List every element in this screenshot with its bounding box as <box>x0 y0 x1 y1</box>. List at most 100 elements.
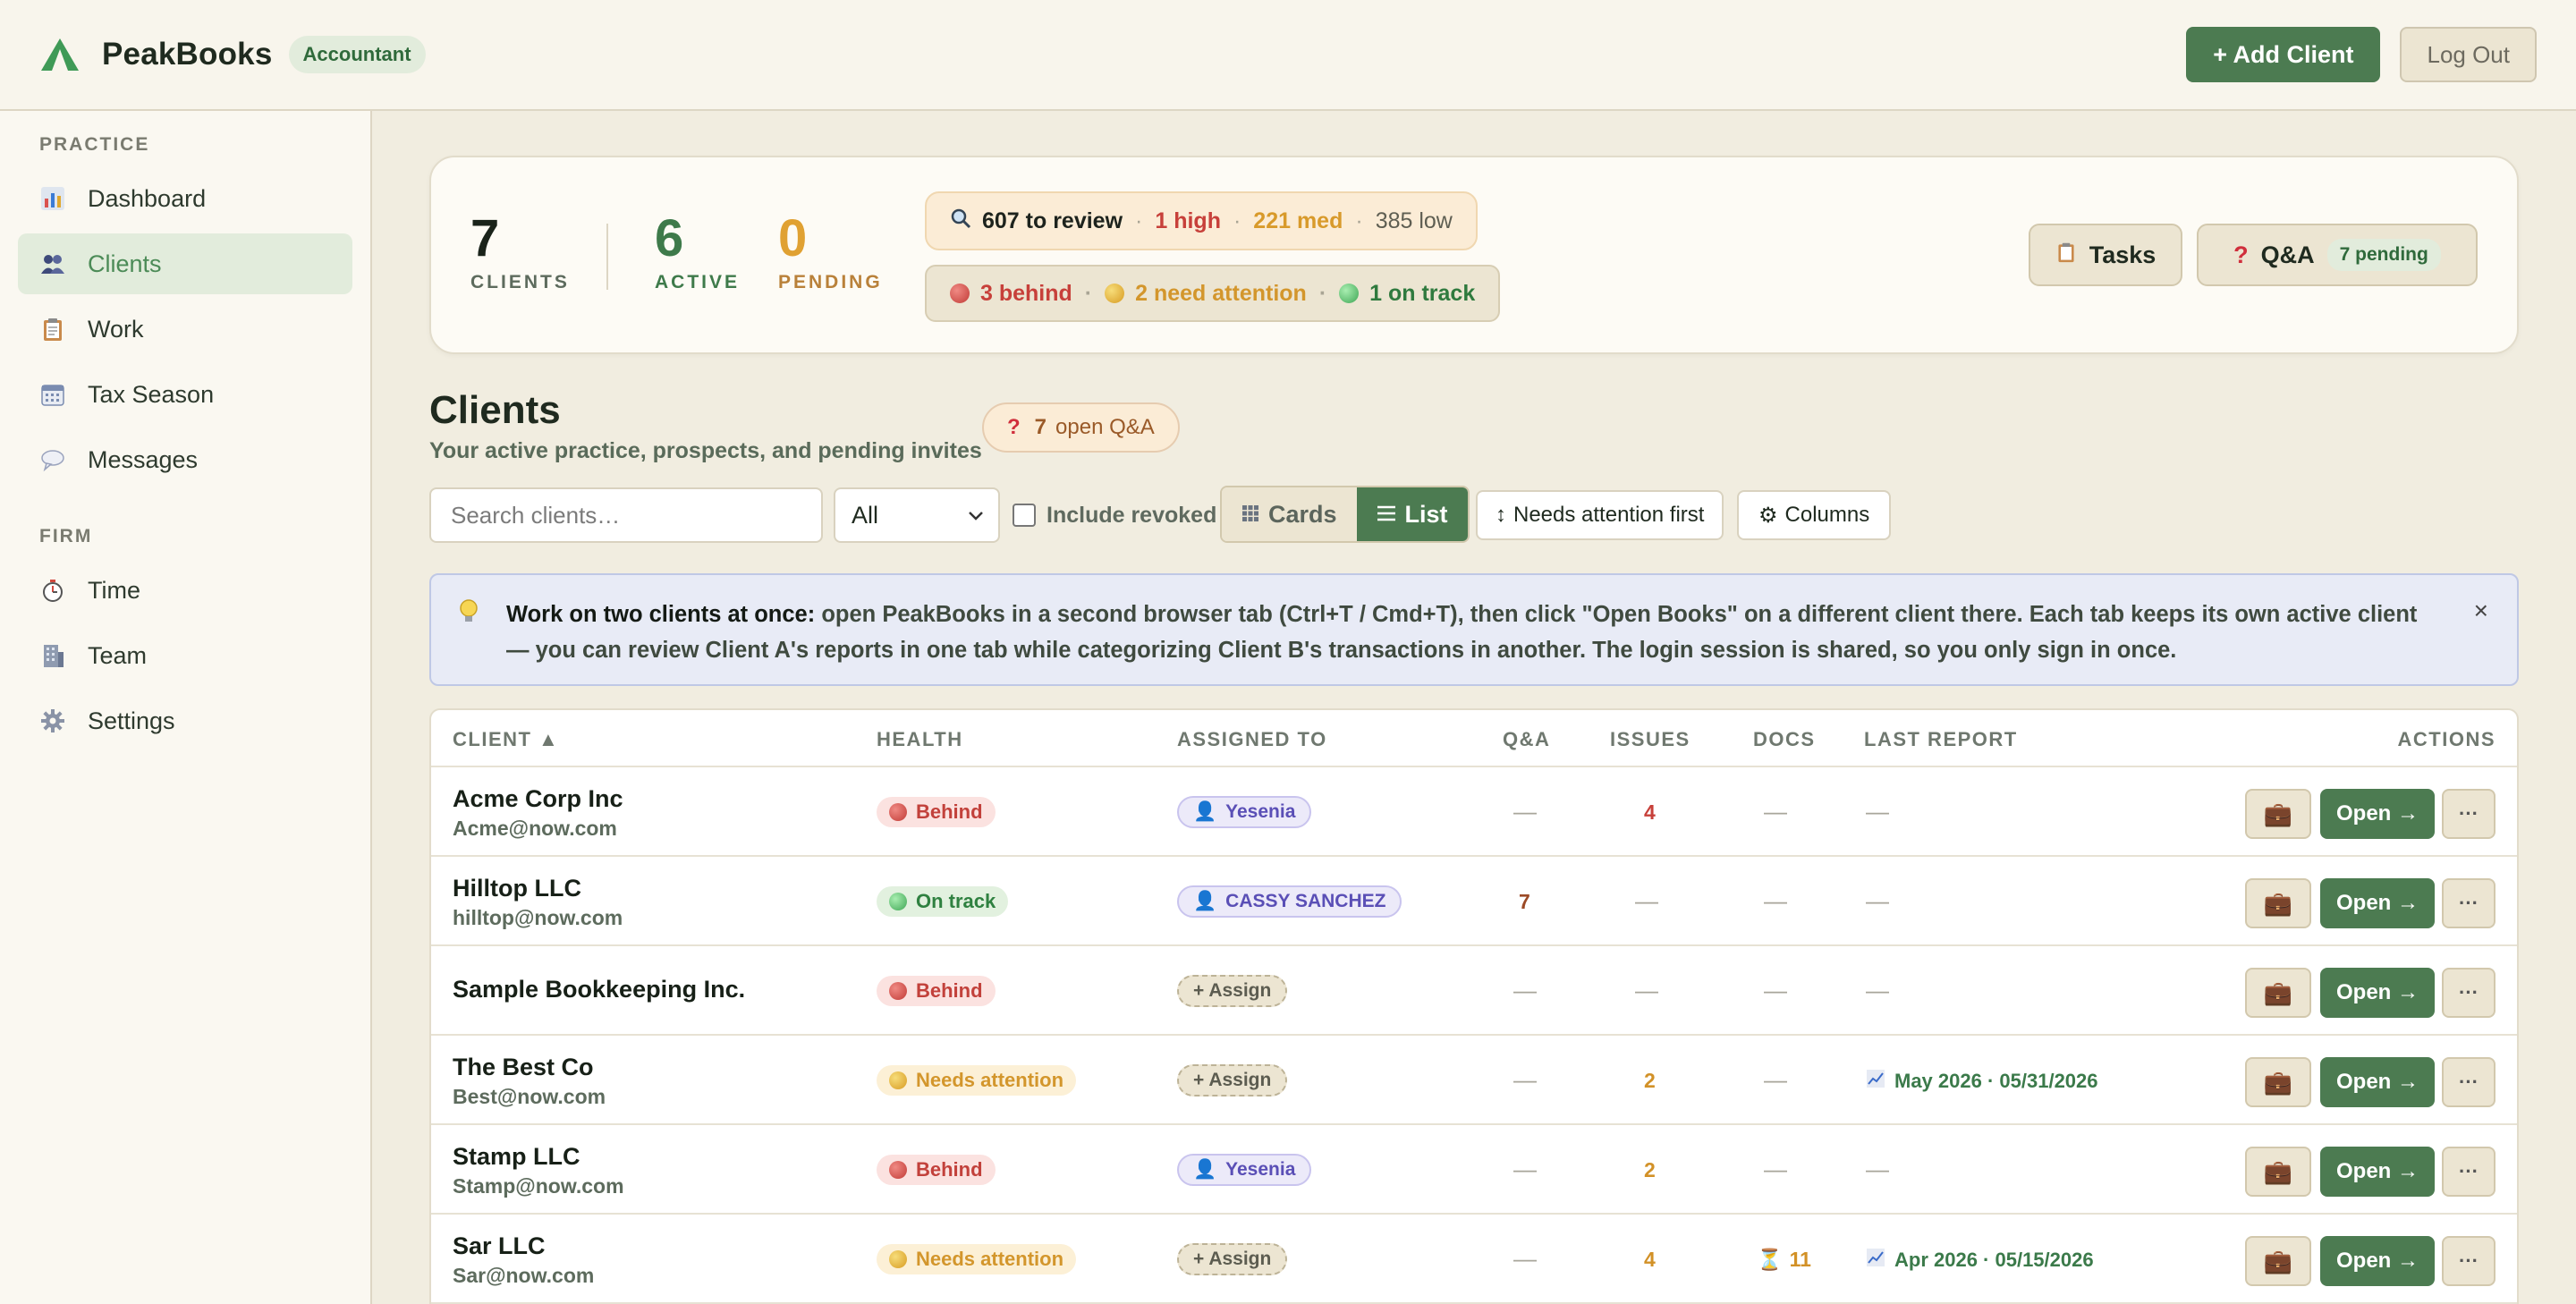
issues-value[interactable]: 2 <box>1644 1158 1656 1182</box>
sidebar-item-clients[interactable]: Clients <box>18 233 352 294</box>
last-report-link[interactable]: May 2026 · 05/31/2026 <box>1866 1069 2098 1094</box>
gear-icon <box>39 707 66 734</box>
open-books-button[interactable]: Open → <box>2320 789 2435 839</box>
question-mark-icon: ? <box>1007 415 1021 439</box>
sidebar-item-team[interactable]: Team <box>18 625 352 686</box>
docs-pending[interactable]: ⏳ 11 <box>1757 1248 1811 1272</box>
issues-value[interactable]: 4 <box>1644 800 1656 825</box>
search-input[interactable] <box>429 487 823 543</box>
briefcase-button[interactable]: 💼 <box>2245 789 2311 839</box>
col-qa[interactable]: Q&A <box>1503 728 1550 751</box>
qa-value: — <box>1513 1066 1537 1093</box>
sidebar-item-dashboard[interactable]: Dashboard <box>18 168 352 229</box>
sidebar-item-time[interactable]: Time <box>18 560 352 621</box>
last-report-value: — <box>1866 798 1889 825</box>
table-row[interactable]: Sample Bookkeeping Inc. Behind + Assign … <box>431 946 2517 1036</box>
more-actions-button[interactable]: ··· <box>2442 1147 2496 1197</box>
include-revoked-label: Include revoked <box>1046 502 1217 528</box>
last-report-link[interactable]: Apr 2026 · 05/15/2026 <box>1866 1248 2094 1273</box>
sidebar-item-settings[interactable]: Settings <box>18 690 352 751</box>
table-row[interactable]: Acme Corp Inc Acme@now.com Behind 👤 Yesen… <box>431 767 2517 857</box>
client-email: Acme@now.com <box>453 817 617 840</box>
cards-label: Cards <box>1268 500 1337 528</box>
health-badge: On track <box>877 886 1009 917</box>
last-report-text: Apr 2026 · 05/15/2026 <box>1894 1249 2094 1271</box>
open-books-button[interactable]: Open → <box>2320 1057 2435 1107</box>
table-row[interactable]: Sar LLC Sar@now.com Needs attention + As… <box>431 1215 2517 1304</box>
open-qa-label: open Q&A <box>1055 415 1155 439</box>
issues-value[interactable]: 4 <box>1644 1248 1656 1272</box>
open-qa-pill[interactable]: ? 7 open Q&A <box>982 402 1180 453</box>
last-report-text: May 2026 · 05/31/2026 <box>1894 1070 2098 1092</box>
columns-button[interactable]: ⚙ Columns <box>1737 490 1892 540</box>
open-books-button[interactable]: Open → <box>2320 1147 2435 1197</box>
sidebar-item-work[interactable]: Work <box>18 299 352 360</box>
qa-button[interactable]: ? Q&A 7 pending <box>2197 224 2478 286</box>
top-bar: PeakBooks Accountant + Add Client Log Ou… <box>0 0 2576 111</box>
issues-value[interactable]: 2 <box>1644 1069 1656 1093</box>
briefcase-button[interactable]: 💼 <box>2245 968 2311 1018</box>
open-books-button[interactable]: Open → <box>2320 878 2435 928</box>
table-row[interactable]: Stamp LLC Stamp@now.com Behind 👤 Yesenia … <box>431 1125 2517 1215</box>
cards-view-button[interactable]: Cards <box>1222 487 1357 541</box>
qa-value[interactable]: 7 <box>1519 890 1530 914</box>
close-icon[interactable]: × <box>2474 593 2488 629</box>
briefcase-button[interactable]: 💼 <box>2245 1057 2311 1107</box>
add-client-button[interactable]: + Add Client <box>2186 27 2381 82</box>
review-summary-pill[interactable]: 607 to review · 1 high · 221 med · 385 l… <box>925 191 1478 250</box>
sidebar-item-label: Work <box>88 315 144 343</box>
assignee-name: CASSY SANCHEZ <box>1225 891 1386 911</box>
briefcase-button[interactable]: 💼 <box>2245 1147 2311 1197</box>
col-assigned[interactable]: ASSIGNED TO <box>1177 728 1327 751</box>
client-name[interactable]: The Best Co <box>453 1054 606 1081</box>
sidebar-item-label: Team <box>88 641 148 669</box>
col-client[interactable]: CLIENT ▲ <box>453 728 559 751</box>
logout-button[interactable]: Log Out <box>2400 27 2537 82</box>
assignee-pill[interactable]: 👤 CASSY SANCHEZ <box>1177 885 1402 918</box>
client-name[interactable]: Hilltop LLC <box>453 875 623 902</box>
assign-button[interactable]: + Assign <box>1177 1243 1288 1275</box>
assignee-name: Yesenia <box>1225 1159 1296 1180</box>
office-building-icon <box>39 642 66 669</box>
more-actions-button[interactable]: ··· <box>2442 1057 2496 1107</box>
table-row[interactable]: Hilltop LLC hilltop@now.com On track 👤 CA… <box>431 857 2517 946</box>
client-name[interactable]: Sample Bookkeeping Inc. <box>453 976 745 1003</box>
client-name[interactable]: Sar LLC <box>453 1232 594 1260</box>
list-view-button[interactable]: List <box>1356 487 1468 541</box>
assignee-pill[interactable]: 👤 Yesenia <box>1177 1154 1312 1186</box>
open-books-button[interactable]: Open → <box>2320 968 2435 1018</box>
sort-button[interactable]: ↕ Needs attention first <box>1476 490 1724 540</box>
include-revoked-toggle[interactable]: Include revoked <box>1013 487 1216 543</box>
question-mark-icon: ? <box>2233 241 2249 268</box>
assign-button[interactable]: + Assign <box>1177 1064 1288 1097</box>
sidebar-item-messages[interactable]: Messages <box>18 429 352 490</box>
docs-value: — <box>1764 798 1787 825</box>
include-revoked-checkbox[interactable] <box>1013 504 1036 527</box>
review-high: 1 high <box>1155 207 1221 233</box>
health-summary-pill[interactable]: 3 behind · 2 need attention · 1 on track <box>925 265 1501 322</box>
client-name[interactable]: Stamp LLC <box>453 1143 624 1171</box>
table-row[interactable]: The Best Co Best@now.com Needs attention… <box>431 1036 2517 1125</box>
page-subtitle: Your active practice, prospects, and pen… <box>429 438 982 463</box>
col-docs[interactable]: DOCS <box>1753 728 1816 751</box>
more-actions-button[interactable]: ··· <box>2442 789 2496 839</box>
last-report-value: — <box>1866 887 1889 914</box>
more-actions-button[interactable]: ··· <box>2442 1236 2496 1286</box>
sidebar-item-tax-season[interactable]: Tax Season <box>18 364 352 425</box>
assignee-pill[interactable]: 👤 Yesenia <box>1177 796 1312 828</box>
briefcase-button[interactable]: 💼 <box>2245 1236 2311 1286</box>
briefcase-button[interactable]: 💼 <box>2245 878 2311 928</box>
docs-value: 11 <box>1789 1248 1811 1271</box>
col-health[interactable]: HEALTH <box>877 728 963 751</box>
open-books-button[interactable]: Open → <box>2320 1236 2435 1286</box>
col-issues[interactable]: ISSUES <box>1610 728 1690 751</box>
tasks-button[interactable]: Tasks <box>2029 224 2182 286</box>
status-filter-select[interactable]: All <box>834 487 1000 543</box>
client-name[interactable]: Acme Corp Inc <box>453 785 623 813</box>
calendar-icon <box>39 381 66 408</box>
more-actions-button[interactable]: ··· <box>2442 968 2496 1018</box>
person-icon: 👤 <box>1193 891 1217 911</box>
more-actions-button[interactable]: ··· <box>2442 878 2496 928</box>
col-last-report[interactable]: LAST REPORT <box>1864 728 2018 751</box>
assign-button[interactable]: + Assign <box>1177 975 1288 1007</box>
